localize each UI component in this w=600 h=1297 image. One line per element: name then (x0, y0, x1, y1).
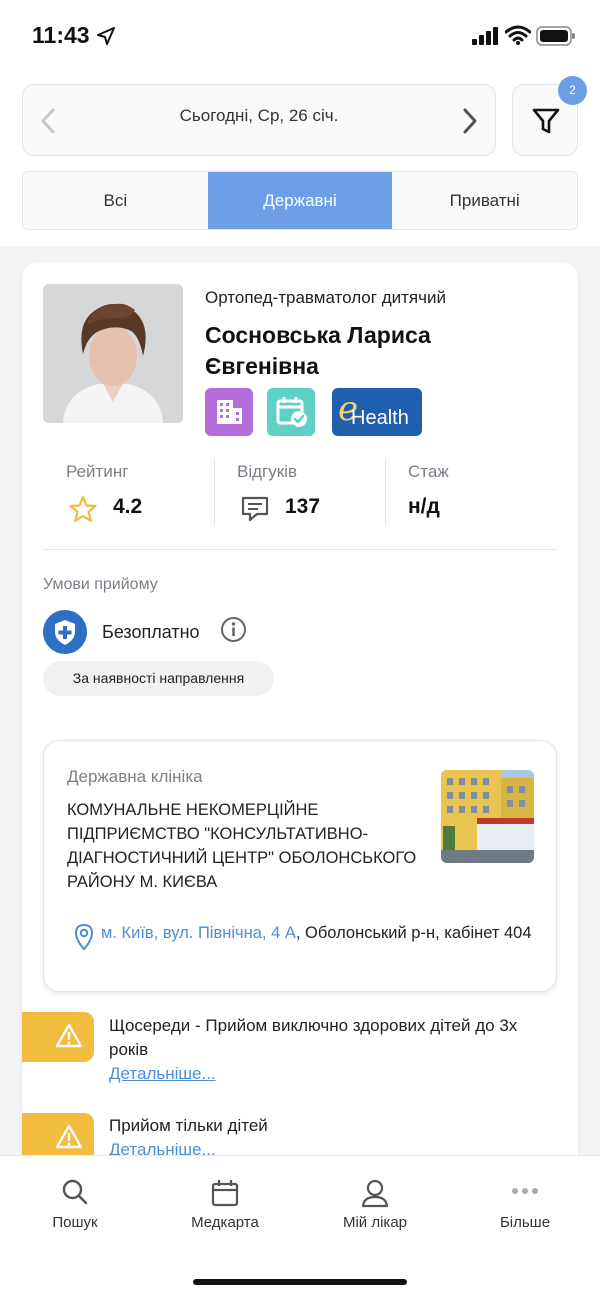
doctor-name: Сосновська Лариса Євгенівна (205, 322, 431, 379)
wifi-icon (505, 25, 531, 45)
notice-text: Прийом тільки дітей (109, 1116, 268, 1135)
location-arrow-icon (97, 27, 115, 45)
top-bar: Сьогодні, Ср, 26 січ. 2 Всі Державні При… (0, 70, 600, 246)
notice-text: Щосереди - Прийом виключно здорових діте… (109, 1016, 518, 1059)
doctor-card[interactable]: Ортопед-травматолог дитячий Сосновська Л… (22, 262, 578, 1162)
stat-divider (214, 458, 215, 526)
doctor-specialty: Ортопед-травматолог дитячий (205, 288, 446, 307)
reviews-label: Відгуків (237, 462, 297, 481)
chevron-right-icon[interactable] (461, 107, 479, 135)
referral-note: За наявності направлення (43, 661, 274, 696)
price-label: Безоплатно (102, 622, 200, 642)
bottom-navigation: Пошук Медкарта Мій лікар Більше (0, 1155, 600, 1297)
location-pin-icon (74, 923, 94, 951)
divider (43, 549, 557, 550)
tab-all[interactable]: Всі (23, 172, 208, 229)
user-icon (361, 1179, 389, 1208)
search-icon (62, 1179, 88, 1205)
stat-divider (385, 458, 386, 526)
clinic-address: м. Київ, вул. Північна, 4 А, Оболонський… (101, 921, 541, 945)
ehealth-badge: e Health (332, 388, 422, 436)
tab-private[interactable]: Приватні (392, 172, 577, 229)
warning-icon (55, 1023, 83, 1048)
clinic-card[interactable]: Державна клініка КОМУНАЛЬНЕ НЕКОМЕРЦІЙНЕ… (43, 740, 557, 992)
clinic-badge (205, 388, 253, 436)
date-selector: Сьогодні, Ср, 26 січ. (22, 84, 496, 156)
appointment-badge (267, 388, 315, 436)
home-indicator (193, 1279, 407, 1285)
tab-state[interactable]: Державні (207, 172, 393, 229)
status-time: 11:43 (32, 22, 90, 48)
nav-search-label: Пошук (52, 1214, 98, 1231)
conditions-label: Умови прийому (43, 576, 158, 593)
cellular-signal-icon (472, 27, 498, 45)
notice-details-link[interactable]: Детальніше... (109, 1062, 559, 1086)
calendar-check-icon (276, 397, 307, 427)
filter-icon (532, 108, 560, 134)
insurance-badge (43, 610, 87, 654)
ehealth-logo-text: Health (351, 407, 409, 429)
clinic-name: КОМУНАЛЬНЕ НЕКОМЕРЦІЙНЕ ПІДПРИЄМСТВО "КО… (67, 801, 417, 891)
star-icon (69, 495, 97, 523)
clinic-icon (217, 400, 242, 424)
battery-icon (536, 26, 575, 46)
doctor-photo (43, 284, 183, 423)
address-link[interactable]: м. Київ, вул. Північна, 4 А (101, 924, 296, 942)
more-icon (512, 1188, 538, 1194)
notice-warning-marker (22, 1012, 94, 1062)
status-bar: 11:43 (0, 0, 600, 70)
warning-icon (55, 1124, 83, 1149)
nav-my-doctor-label: Мій лікар (342, 1214, 408, 1231)
address-details: , Оболонський р-н, кабінет 404 (295, 924, 532, 942)
clinic-type-tabs: Всі Державні Приватні (22, 171, 578, 230)
filter-count-badge: 2 (558, 76, 587, 105)
experience-label: Стаж (408, 462, 449, 481)
clinic-type: Державна клініка (67, 767, 203, 786)
notice-item: Щосереди - Прийом виключно здорових діте… (109, 1014, 559, 1086)
calendar-icon (211, 1180, 239, 1207)
reviews-value: 137 (285, 495, 321, 518)
shield-plus-icon (55, 620, 75, 645)
date-label: Сьогодні, Ср, 26 січ. (179, 106, 339, 125)
experience-value: н/д (408, 495, 440, 518)
comment-icon (241, 496, 269, 522)
rating-value: 4.2 (113, 495, 143, 518)
nav-medcard-label: Медкарта (191, 1214, 259, 1231)
info-icon[interactable] (220, 616, 247, 643)
nav-more-label: Більше (499, 1214, 551, 1231)
rating-label: Рейтинг (66, 462, 129, 481)
clinic-photo (441, 770, 534, 863)
